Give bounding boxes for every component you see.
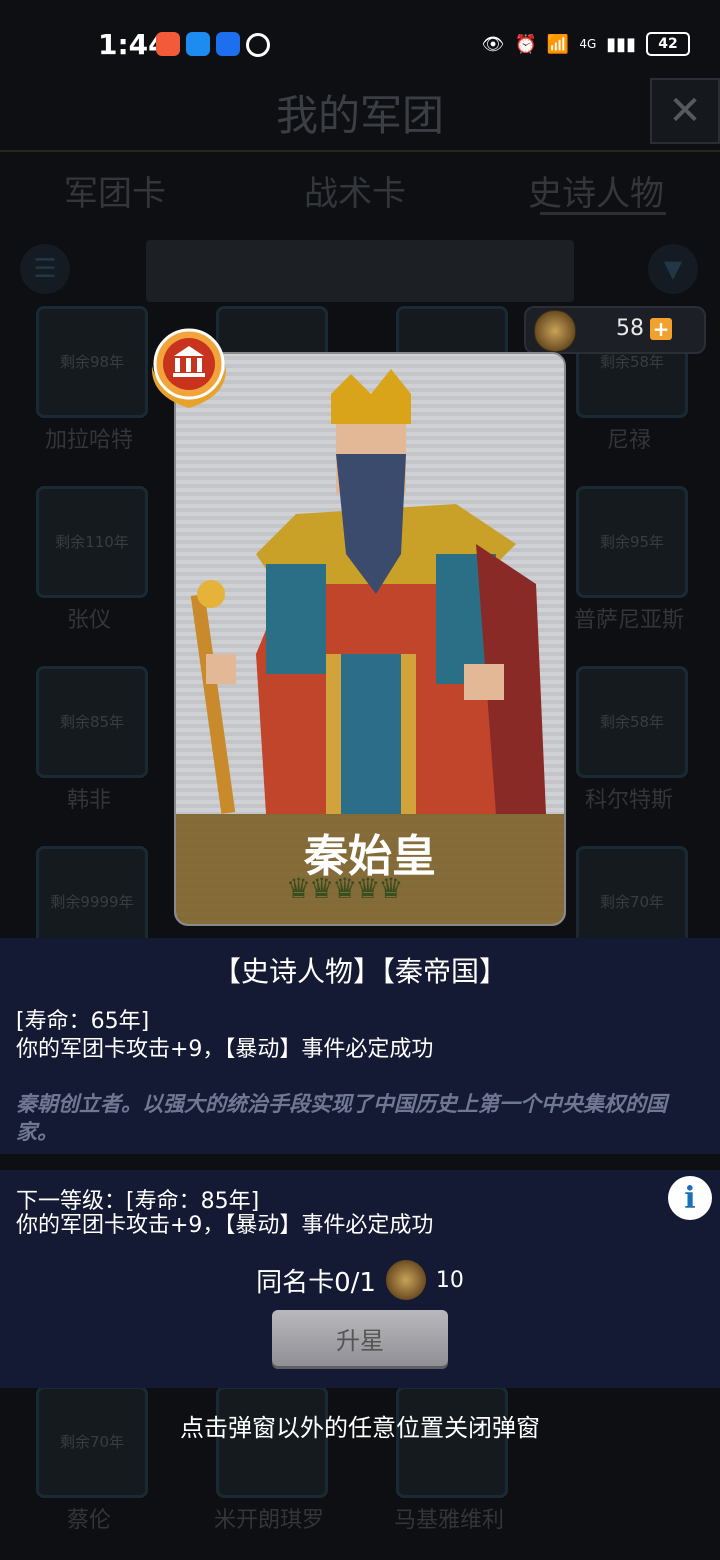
card-remaining: 剩余85年: [59, 713, 125, 731]
category-line: 【史诗人物】【秦帝国】: [212, 955, 507, 988]
laurel-emblem-icon: [534, 310, 576, 352]
close-button[interactable]: ✕: [650, 78, 720, 144]
card-remaining: 剩余98年: [59, 353, 125, 371]
list-icon: ☰: [33, 254, 57, 284]
tab-epic-figures[interactable]: 史诗人物: [528, 166, 664, 215]
card-name: 韩非: [66, 788, 111, 813]
header-divider: [0, 150, 720, 152]
card-remaining: 剩余58年: [599, 353, 665, 371]
page-title: 我的军团: [275, 91, 444, 140]
grid-card[interactable]: 剩余85年: [36, 666, 148, 778]
card-name: 马基雅维利: [393, 1508, 504, 1533]
status-bar: 1:44 👁 ⏰ 📶 4G ▮▮▮ 42: [0, 0, 720, 88]
card-name: 普萨尼亚斯: [573, 608, 684, 633]
list-menu-button[interactable]: ☰: [20, 244, 70, 294]
search-app-icon: [186, 32, 210, 56]
active-tab-indicator: [540, 212, 666, 215]
bulb-app-icon: [216, 32, 240, 56]
card-name: 尼禄: [606, 428, 651, 453]
eye-icon: 👁: [481, 33, 505, 55]
duplicate-card-line: 同名卡0/1 10: [0, 1260, 720, 1300]
lifespan-text: [寿命：65年]: [16, 1009, 150, 1034]
upgrade-star-button[interactable]: 升星: [272, 1310, 448, 1366]
laurel-emblem-icon: [385, 1260, 426, 1300]
card-remaining: 剩余95年: [599, 533, 665, 551]
hero-portrait: [190, 369, 546, 814]
hero-card: 秦始皇 ♛♛♛♛♛: [174, 352, 566, 926]
currency-badge: 58 +: [524, 306, 706, 354]
grid-card[interactable]: 剩余58年: [576, 666, 688, 778]
duplicate-cost: 10: [435, 1267, 464, 1293]
card-name: 加拉哈特: [44, 428, 133, 453]
card-name: 米开朗琪罗: [213, 1508, 324, 1533]
info-icon[interactable]: i: [668, 1176, 712, 1220]
battery-icon: 42: [646, 32, 690, 56]
wifi-icon: 📶: [546, 33, 570, 55]
card-remaining: 剩余9999年: [50, 893, 134, 911]
duplicate-label: 同名卡0/1: [256, 1267, 376, 1298]
battery-level: 42: [658, 36, 678, 52]
effect-text: 你的军团卡攻击+9，【暴动】事件必定成功: [16, 1037, 434, 1062]
card-name: 张仪: [66, 608, 111, 633]
lore-text: 秦朝创立者。以强大的统治手段实现了中国历史上第一个中央集权的国家。: [16, 1092, 667, 1144]
card-remaining: 剩余70年: [599, 893, 665, 911]
status-right: 👁 ⏰ 📶 4G ▮▮▮ 42: [482, 30, 690, 58]
card-remaining: 剩余110年: [55, 533, 129, 551]
add-currency-button[interactable]: +: [650, 318, 672, 340]
grid-card[interactable]: 剩余95年: [576, 486, 688, 598]
grid-card[interactable]: 剩余110年: [36, 486, 148, 598]
tab-legion-cards[interactable]: 军团卡: [64, 166, 166, 215]
network-label: 4G: [579, 37, 597, 51]
card-remaining: 剩余58年: [599, 713, 665, 731]
close-hint: 点击弹窗以外的任意位置关闭弹窗: [180, 1414, 540, 1442]
card-name: 蔡伦: [66, 1508, 111, 1533]
app-notification-icon: [156, 32, 180, 56]
grid-card[interactable]: 剩余98年: [36, 306, 148, 418]
search-input[interactable]: [146, 240, 574, 302]
card-name: 科尔特斯: [584, 788, 673, 813]
currency-count: 58: [616, 316, 644, 341]
star-crowns: ♛♛♛♛♛: [286, 872, 404, 905]
alarm-icon: ⏰: [514, 33, 537, 55]
museum-medal-icon: [151, 328, 227, 408]
filter-icon: ▼: [663, 255, 683, 283]
filter-button[interactable]: ▼: [648, 244, 698, 294]
next-level-effect: 你的军团卡攻击+9，【暴动】事件必定成功: [16, 1213, 434, 1238]
close-icon: ✕: [668, 88, 702, 134]
loading-icon: [246, 33, 270, 57]
tab-tactic-cards[interactable]: 战术卡: [304, 166, 406, 215]
signal-icon: ▮▮▮: [606, 33, 636, 55]
